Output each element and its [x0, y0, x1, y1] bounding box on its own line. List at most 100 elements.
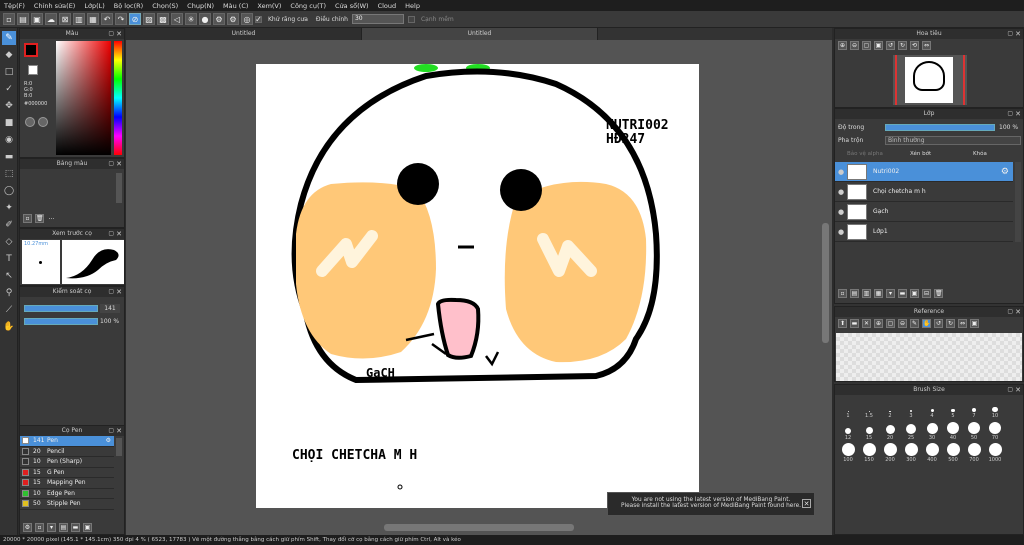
hue-slider[interactable] [114, 41, 122, 155]
ref-close-icon[interactable]: ✕ [862, 319, 871, 328]
menu-item-5[interactable]: Chụp(N) [187, 2, 214, 10]
pen-curve-icon[interactable]: ✓ [2, 82, 16, 96]
rotate-left-icon[interactable]: ↺ [886, 41, 895, 50]
pen-settings-icon[interactable]: ⚙ [23, 523, 32, 532]
layer-folder-icon[interactable]: ▬ [898, 289, 907, 298]
new-layer-icon[interactable]: ▫ [838, 289, 847, 298]
select-rect-icon[interactable]: ⬚ [2, 167, 16, 181]
snap-ellipse-icon[interactable]: ◎ [241, 13, 253, 25]
color-wheel-icon[interactable] [25, 117, 35, 127]
ref-rotate-right-icon[interactable]: ↻ [946, 319, 955, 328]
pen-item[interactable]: 15 Mapping Pen [20, 478, 114, 489]
bucket-tool-icon[interactable]: ◉ [2, 133, 16, 147]
fill-icon[interactable]: ▥ [73, 13, 85, 25]
menu-item-10[interactable]: Cloud [378, 2, 397, 10]
brush-size-option[interactable]: 10 [986, 399, 1004, 419]
menu-item-6[interactable]: Màu (C) [223, 2, 248, 10]
pen-item[interactable]: 50 Stipple Pen [20, 499, 114, 510]
reference-canvas[interactable] [836, 333, 1022, 381]
pen-item[interactable]: 15 G Pen [20, 468, 114, 478]
dock-icon[interactable]: ▢ [108, 159, 114, 169]
hand-tool-icon[interactable]: ✋ [2, 320, 16, 334]
close-icon[interactable]: ✕ [116, 287, 122, 297]
pen-item[interactable]: 10 Pen (Sharp) [20, 457, 114, 468]
dock-icon[interactable]: ▢ [108, 229, 114, 239]
notice-close-icon[interactable]: ✕ [802, 499, 811, 508]
ref-rotate-left-icon[interactable]: ↺ [934, 319, 943, 328]
reset-rotate-icon[interactable]: ⟲ [910, 41, 919, 50]
brush-size-option[interactable]: 40 [944, 421, 962, 441]
brush-size-option[interactable]: 5 [944, 399, 962, 419]
flip-icon[interactable]: ⇔ [922, 41, 931, 50]
brush-size-option[interactable]: 300 [902, 443, 920, 463]
actual-size-icon[interactable]: ▣ [874, 41, 883, 50]
dock-icon[interactable]: ▢ [1007, 307, 1013, 317]
snap-settings-icon[interactable]: ⚙ [227, 13, 239, 25]
ref-up-icon[interactable]: ⬆ [838, 319, 847, 328]
redo-icon[interactable]: ↷ [115, 13, 127, 25]
new-layer-1bit-icon[interactable]: ▦ [874, 289, 883, 298]
brush-size-option[interactable]: 70 [986, 421, 1004, 441]
zoom-in-icon[interactable]: ⊕ [838, 41, 847, 50]
close-icon[interactable]: ✕ [1015, 385, 1021, 395]
new-layer-8bit-icon[interactable]: ▥ [862, 289, 871, 298]
pen-add-icon[interactable]: ▫ [35, 523, 44, 532]
ref-fit-icon[interactable]: ▢ [886, 319, 895, 328]
menu-item-8[interactable]: Công cụ(T) [290, 2, 326, 10]
eyedropper-icon[interactable]: ⚲ [2, 286, 16, 300]
new-layer-halftone-icon[interactable]: ▤ [850, 289, 859, 298]
layer-copy-icon[interactable]: ▣ [910, 289, 919, 298]
pen-settings-gear-icon[interactable]: ⚙ [106, 437, 111, 444]
magic-wand-icon[interactable]: ✦ [2, 201, 16, 215]
brush-size-option[interactable]: 200 [881, 443, 899, 463]
close-icon[interactable]: ✕ [116, 229, 122, 239]
brush-size-option[interactable]: 50 [965, 421, 983, 441]
shape-tool-icon[interactable]: ■ [2, 116, 16, 130]
pen-copy-icon[interactable]: ▤ [59, 523, 68, 532]
new-icon[interactable]: ▫ [3, 13, 15, 25]
menu-item-2[interactable]: Lớp(L) [84, 2, 104, 10]
brush-size-option[interactable]: 1000 [986, 443, 1004, 463]
layer-item[interactable]: ● Lớp1 [835, 222, 1013, 242]
layer-visibility-icon[interactable]: ● [835, 168, 847, 176]
swatch-new-icon[interactable]: ▫ [23, 214, 32, 223]
layer-item[interactable]: ● Gạch [835, 202, 1013, 222]
close-icon[interactable]: ✕ [116, 29, 122, 39]
brush-opacity-value[interactable]: 100 % [100, 318, 119, 325]
brush-size-option[interactable]: 30 [923, 421, 941, 441]
brush-tool-icon[interactable]: ✎ [2, 31, 16, 45]
snap-off-icon[interactable]: ⊘ [129, 13, 141, 25]
brush-size-slider[interactable] [24, 305, 98, 312]
ref-open-icon[interactable]: ▬ [850, 319, 859, 328]
dock-icon[interactable]: ▢ [1007, 109, 1013, 119]
brush-size-option[interactable]: 1.5 [860, 399, 878, 419]
ref-hand-icon[interactable]: ✋ [922, 319, 931, 328]
ref-flip-icon[interactable]: ⇔ [958, 319, 967, 328]
close-icon[interactable]: ✕ [116, 426, 122, 436]
menu-item-0[interactable]: Tệp(F) [4, 2, 25, 10]
pen-duplicate-icon[interactable]: ▣ [83, 523, 92, 532]
deselect-icon[interactable]: ⊠ [59, 13, 71, 25]
snap-cross-icon[interactable]: ▩ [157, 13, 169, 25]
zoom-out-icon[interactable]: ⊖ [850, 41, 859, 50]
close-icon[interactable]: ✕ [1015, 307, 1021, 317]
ref-zoom-out-icon[interactable]: ⊖ [898, 319, 907, 328]
snap-radial-icon[interactable]: ✳ [185, 13, 197, 25]
brush-size-option[interactable]: 2 [881, 399, 899, 419]
snap-circle-icon[interactable]: ● [199, 13, 211, 25]
brush-size-option[interactable]: 150 [860, 443, 878, 463]
snap-curve-icon[interactable]: ⚙ [213, 13, 225, 25]
operation-tool-icon[interactable]: ↖ [2, 269, 16, 283]
menu-item-11[interactable]: Help [405, 2, 420, 10]
pen-scrollbar[interactable] [116, 438, 122, 456]
ref-lock-icon[interactable]: ▣ [970, 319, 979, 328]
ref-zoom-in-icon[interactable]: ⊕ [874, 319, 883, 328]
dock-icon[interactable]: ▢ [108, 426, 114, 436]
tab-untitled-1[interactable]: Untitled [126, 28, 362, 40]
dock-icon[interactable]: ▢ [108, 287, 114, 297]
fit-icon[interactable]: ▢ [862, 41, 871, 50]
select-eraser-icon[interactable]: ◇ [2, 235, 16, 249]
adjust-select[interactable]: 30 [351, 14, 404, 24]
tab-untitled-2[interactable]: Untitled [362, 28, 598, 40]
pen-folder-icon[interactable]: ▬ [71, 523, 80, 532]
